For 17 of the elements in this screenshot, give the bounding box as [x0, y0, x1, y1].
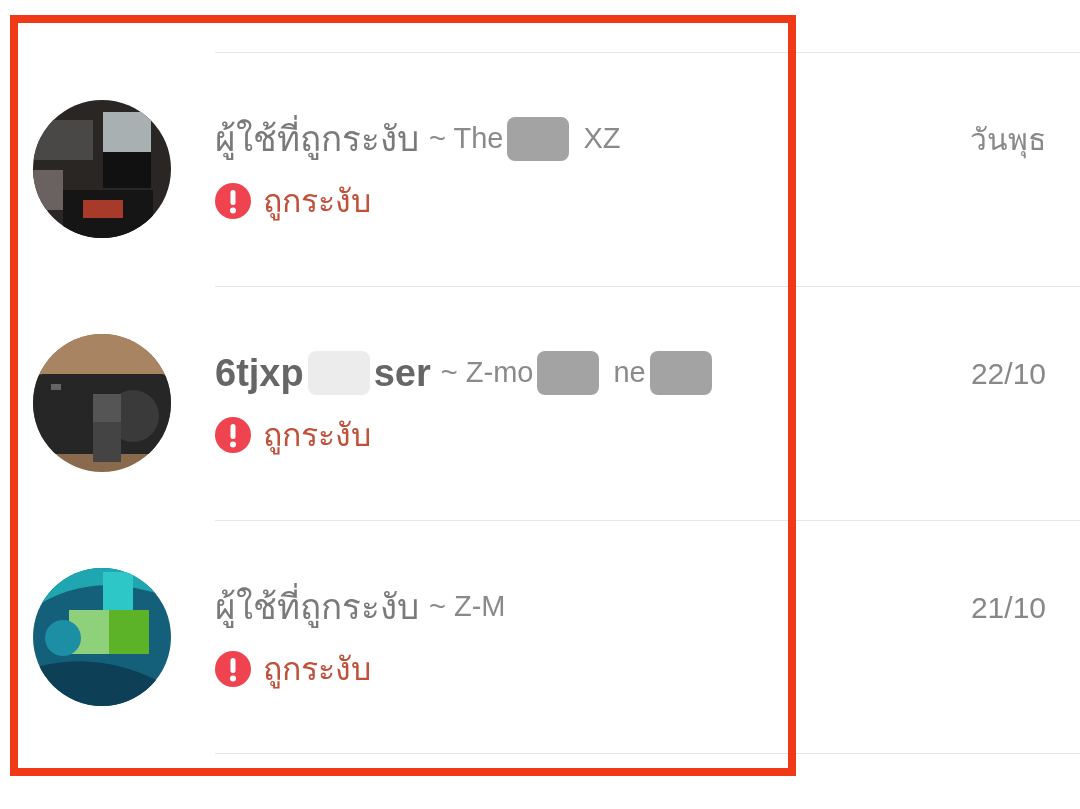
status-text: ถูกระงับ — [263, 649, 371, 691]
warning-icon — [215, 183, 251, 219]
chat-time: 21/10 — [970, 591, 1046, 624]
group-name: ~ Z-mo — [440, 355, 534, 391]
warning-icon — [215, 651, 251, 687]
contact-name: ผู้ใช้ที่ถูกระงับ — [215, 112, 419, 166]
contact-name: ser — [373, 350, 431, 396]
status-text: ถูกระงับ — [263, 181, 371, 223]
chat-time: 22/10 — [970, 357, 1046, 390]
warning-icon — [215, 417, 251, 453]
group-name: ne — [613, 355, 646, 391]
group-name: ~ The — [429, 121, 504, 157]
status-text: ถูกระงับ — [263, 415, 371, 457]
contact-name: 6tjxp — [215, 350, 304, 396]
contact-name: ผู้ใช้ที่ถูกระงับ — [215, 580, 419, 634]
group-name: XZ — [583, 121, 621, 157]
group-name: ~ Z-M — [429, 589, 506, 625]
